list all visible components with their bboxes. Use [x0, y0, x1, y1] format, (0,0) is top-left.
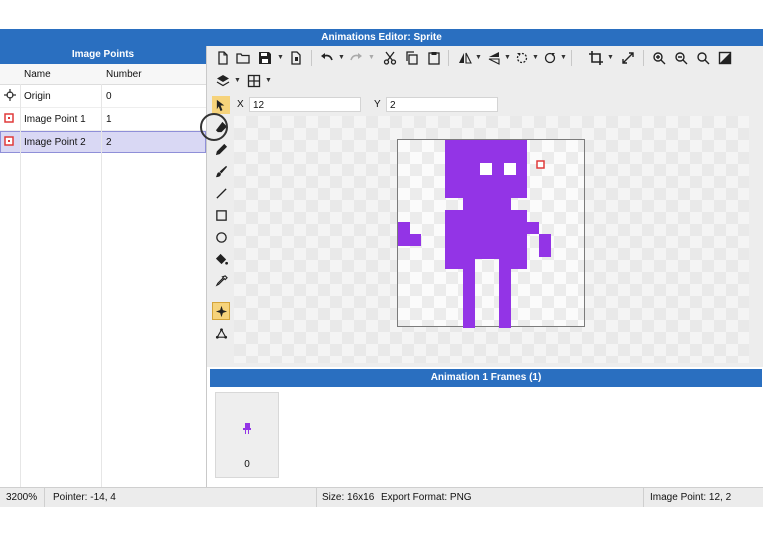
- window-title: Animations Editor: Sprite: [0, 29, 763, 46]
- canvas-scrollbar[interactable]: [749, 116, 763, 367]
- image-point-coordinates: X 12 Y 2: [207, 94, 763, 116]
- y-coordinate-field[interactable]: 2: [386, 97, 498, 112]
- toolbar-divider: [448, 50, 449, 66]
- chevron-down-icon[interactable]: ▼: [265, 77, 272, 84]
- export-icon[interactable]: [287, 49, 305, 67]
- image-points-panel: Image Points Name Number Origin 0 Image …: [0, 46, 207, 487]
- redo-icon: [347, 49, 365, 67]
- cursor-highlight: [200, 113, 228, 141]
- pencil-icon[interactable]: [212, 140, 230, 158]
- animation-frames-panel: Animation 1 Frames (1) 0: [207, 367, 763, 487]
- frame-thumbnail[interactable]: 0: [215, 392, 279, 478]
- undo-icon[interactable]: [318, 49, 336, 67]
- toggle-background-icon[interactable]: [716, 49, 734, 67]
- chevron-down-icon[interactable]: ▼: [234, 77, 241, 84]
- open-folder-icon[interactable]: [234, 49, 252, 67]
- image-point-icon: [4, 136, 14, 149]
- image-point-name: Image Point 1: [24, 114, 86, 125]
- rotate-left-icon[interactable]: [513, 49, 531, 67]
- animations-editor-window: Animations Editor: Sprite Image Points N…: [0, 29, 763, 507]
- resize-icon[interactable]: [619, 49, 637, 67]
- toolbar-divider: [571, 50, 572, 66]
- chevron-down-icon[interactable]: ▼: [504, 54, 511, 61]
- column-divider: [20, 84, 21, 487]
- image-point-name: Origin: [24, 91, 51, 102]
- sprite-size: Size: 16x16: [322, 492, 375, 503]
- paste-icon[interactable]: [425, 49, 443, 67]
- ellipse-icon[interactable]: [212, 228, 230, 246]
- brush-icon[interactable]: [212, 162, 230, 180]
- y-label: Y: [374, 99, 381, 110]
- x-label: X: [237, 99, 244, 110]
- image-point-icon: [4, 113, 14, 126]
- image-point-row-origin[interactable]: Origin 0: [0, 85, 206, 108]
- image-points-title: Image Points: [0, 46, 206, 64]
- image-point-number: 0: [106, 91, 112, 102]
- status-divider: [643, 488, 644, 507]
- x-coordinate-field[interactable]: 12: [249, 97, 361, 112]
- zoom-reset-icon[interactable]: [694, 49, 712, 67]
- grid-icon[interactable]: [245, 72, 263, 90]
- export-format: Export Format: PNG: [381, 492, 472, 503]
- image-point-position: Image Point: 12, 2: [650, 492, 732, 503]
- sprite-image: [398, 140, 551, 329]
- select-tool-icon[interactable]: [212, 96, 230, 114]
- chevron-down-icon[interactable]: ▼: [338, 54, 345, 61]
- toolbar-divider: [311, 50, 312, 66]
- sprite-frame[interactable]: [397, 139, 585, 329]
- toolbar: ▼ ▼ ▼ ▼ ▼ ▼ ▼ ▼ ▼ ▼: [207, 46, 763, 94]
- column-name-header[interactable]: Name: [24, 69, 51, 80]
- image-point-tool-icon[interactable]: [212, 302, 230, 320]
- origin-tool-icon[interactable]: [212, 324, 230, 342]
- chevron-down-icon[interactable]: ▼: [607, 54, 614, 61]
- column-divider: [101, 84, 102, 487]
- status-divider: [316, 488, 317, 507]
- new-file-icon[interactable]: [214, 49, 232, 67]
- zoom-level: 3200%: [6, 492, 38, 503]
- status-bar: 3200% Pointer: -14, 4 Size: 16x16 Export…: [0, 487, 763, 507]
- frame-number: 0: [244, 459, 250, 470]
- chevron-down-icon[interactable]: ▼: [560, 54, 567, 61]
- image-points-header: Name Number: [0, 64, 206, 85]
- fill-bucket-icon[interactable]: [212, 250, 230, 268]
- chevron-down-icon[interactable]: ▼: [532, 54, 539, 61]
- save-icon[interactable]: [256, 49, 274, 67]
- flip-icon[interactable]: [456, 49, 474, 67]
- status-divider: [44, 488, 45, 507]
- image-point-number: 2: [106, 137, 112, 148]
- image-point-number: 1: [106, 114, 112, 125]
- rotate-right-icon[interactable]: [541, 49, 559, 67]
- tools-palette: [207, 96, 234, 367]
- image-point-row-2[interactable]: Image Point 2 2: [0, 131, 206, 153]
- toolbar-divider: [643, 50, 644, 66]
- chevron-down-icon[interactable]: ▼: [475, 54, 482, 61]
- mirror-icon[interactable]: [485, 49, 503, 67]
- cut-icon[interactable]: [381, 49, 399, 67]
- zoom-in-icon[interactable]: [650, 49, 668, 67]
- frame-preview-image: [243, 423, 251, 434]
- image-point-row-1[interactable]: Image Point 1 1: [0, 108, 206, 131]
- chevron-down-icon[interactable]: ▼: [277, 54, 284, 61]
- chevron-down-icon: ▼: [368, 54, 375, 61]
- crop-icon[interactable]: [587, 49, 605, 67]
- origin-crosshair-icon: [4, 89, 16, 104]
- frames-title: Animation 1 Frames (1): [210, 369, 762, 387]
- image-point-name: Image Point 2: [24, 137, 86, 148]
- eyedropper-icon[interactable]: [212, 272, 230, 290]
- layers-icon[interactable]: [214, 72, 232, 90]
- zoom-out-icon[interactable]: [672, 49, 690, 67]
- sprite-canvas[interactable]: [234, 116, 749, 363]
- rectangle-icon[interactable]: [212, 206, 230, 224]
- column-number-header[interactable]: Number: [106, 69, 142, 80]
- copy-icon[interactable]: [403, 49, 421, 67]
- pointer-position: Pointer: -14, 4: [53, 492, 116, 503]
- line-icon[interactable]: [212, 184, 230, 202]
